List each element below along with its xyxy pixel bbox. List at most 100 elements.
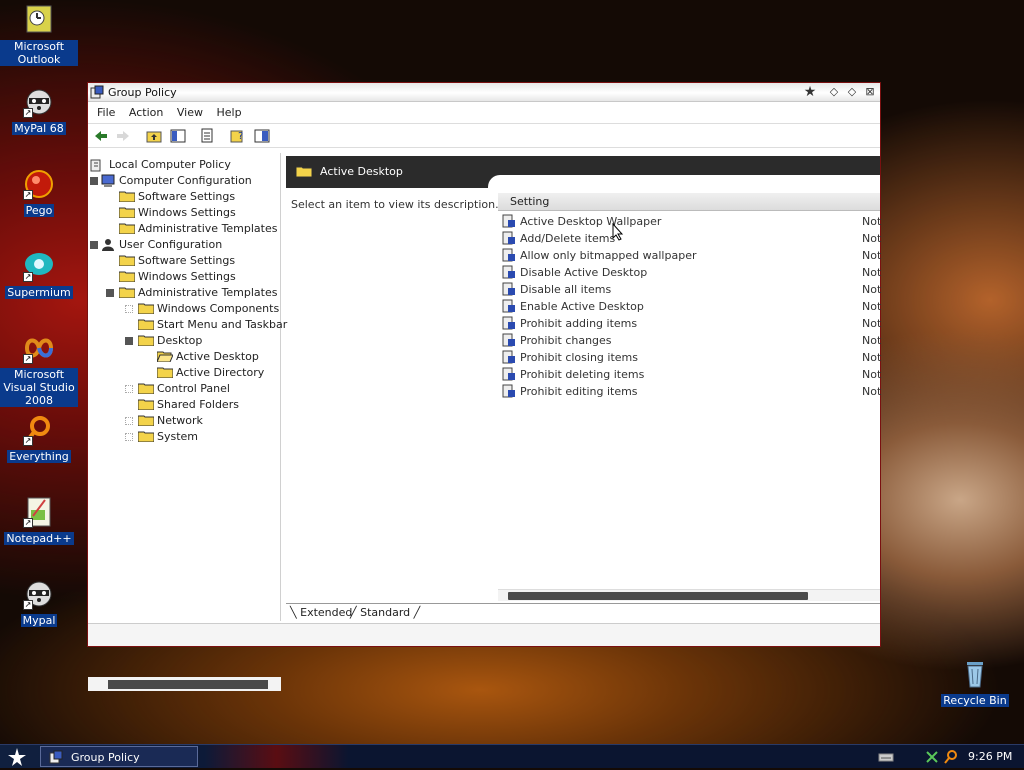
menu-action[interactable]: Action xyxy=(124,102,168,123)
setting-row[interactable]: Prohibit changes Not xyxy=(502,332,881,349)
scrollbar-thumb[interactable] xyxy=(508,592,808,600)
keyboard-icon[interactable] xyxy=(878,749,894,765)
export-list-icon[interactable] xyxy=(200,128,216,144)
toolbar: ? xyxy=(88,124,880,148)
desktop-icon-recycle-bin[interactable]: Recycle Bin xyxy=(936,658,1014,707)
folder-icon xyxy=(119,286,135,298)
pane-header-curve xyxy=(488,175,880,189)
tab-extended[interactable]: ╲ Extended xyxy=(290,606,352,619)
setting-row[interactable]: Allow only bitmapped wallpaper Not xyxy=(502,247,881,264)
tree-node-active-desktop[interactable]: Active Desktop xyxy=(157,349,259,365)
setting-row[interactable]: Prohibit adding items Not xyxy=(502,315,881,332)
tree-node-software-settings[interactable]: Software Settings xyxy=(119,189,235,205)
tree-node-user-configuration[interactable]: User Configuration xyxy=(100,237,222,253)
folder-icon xyxy=(138,430,154,442)
desktop-icon-mypal[interactable]: ↗ Mypal xyxy=(0,578,78,627)
tab-standard[interactable]: ╱ Standard ╱ xyxy=(350,606,420,619)
policy-setting-icon xyxy=(502,350,516,364)
tree-node-active-directory[interactable]: Active Directory xyxy=(157,365,264,381)
tree-node-desktop[interactable]: Desktop xyxy=(138,333,202,349)
minimize-button[interactable]: ◇ xyxy=(827,85,841,99)
menu-view[interactable]: View xyxy=(172,102,208,123)
setting-row[interactable]: Disable Active Desktop Not xyxy=(502,264,881,281)
tree-node-windows-components[interactable]: Windows Components xyxy=(138,301,279,317)
start-button[interactable] xyxy=(6,747,28,767)
expander[interactable] xyxy=(90,177,98,185)
window-title: Group Policy xyxy=(108,86,177,99)
desktop-icon-visual-studio[interactable]: ↗ Microsoft Visual Studio 2008 xyxy=(0,332,78,407)
setting-row[interactable]: Prohibit editing items Not xyxy=(502,383,881,400)
desktop-icon-label: Notepad++ xyxy=(4,532,74,545)
show-hide-tree-icon[interactable] xyxy=(170,128,186,144)
svg-text:?: ? xyxy=(238,131,243,142)
scrollbar-thumb[interactable] xyxy=(108,680,268,689)
expander[interactable] xyxy=(125,385,133,393)
tree-node-administrative-templates[interactable]: Administrative Templates xyxy=(119,285,278,301)
tree-node-windows-settings[interactable]: Windows Settings xyxy=(119,205,236,221)
tree-node-windows-settings[interactable]: Windows Settings xyxy=(119,269,236,285)
expander[interactable] xyxy=(90,241,98,249)
tree-node-administrative-templates[interactable]: Administrative Templates xyxy=(119,221,278,237)
tree-node-shared-folders[interactable]: Shared Folders xyxy=(138,397,239,413)
setting-row[interactable]: Prohibit closing items Not xyxy=(502,349,881,366)
tree-node-network[interactable]: Network xyxy=(138,413,203,429)
up-folder-icon[interactable] xyxy=(146,128,162,144)
expander[interactable] xyxy=(106,289,114,297)
window-titlebar[interactable]: Group Policy ★ ◇ ◇ ⊠ xyxy=(88,83,880,102)
menu-file[interactable]: File xyxy=(92,102,120,123)
column-header-setting[interactable]: Setting xyxy=(498,193,880,211)
policy-tree[interactable]: Local Computer Policy Computer Configura… xyxy=(88,153,287,691)
expander[interactable] xyxy=(125,305,133,313)
shortcut-arrow-icon: ↗ xyxy=(23,600,33,610)
group-policy-window[interactable]: Group Policy ★ ◇ ◇ ⊠ File Action View He… xyxy=(87,82,881,691)
folder-icon xyxy=(138,302,154,314)
desktop-icon-notepadpp[interactable]: ↗ Notepad++ xyxy=(0,496,78,545)
setting-row[interactable]: Add/Delete items Not xyxy=(502,230,881,247)
setting-row[interactable]: Prohibit deleting items Not xyxy=(502,366,881,383)
network-icon[interactable] xyxy=(924,749,940,765)
folder-icon xyxy=(119,270,135,282)
folder-icon xyxy=(119,206,135,218)
tree-node-local-computer-policy[interactable]: Local Computer Policy xyxy=(90,157,231,173)
tree-node-computer-configuration[interactable]: Computer Configuration xyxy=(100,173,252,189)
menu-help[interactable]: Help xyxy=(211,102,246,123)
group-policy-icon xyxy=(49,750,63,764)
folder-icon xyxy=(119,222,135,234)
tree-node-software-settings[interactable]: Software Settings xyxy=(119,253,235,269)
help-icon[interactable]: ? xyxy=(230,128,246,144)
setting-row[interactable]: Active Desktop Wallpaper Not xyxy=(502,213,881,230)
settings-horizontal-scrollbar[interactable] xyxy=(498,589,880,601)
shortcut-arrow-icon: ↗ xyxy=(23,436,33,446)
desktop-icon-pego[interactable]: ↗ Pego xyxy=(0,168,78,217)
back-button[interactable] xyxy=(93,128,109,144)
policy-setting-icon xyxy=(502,367,516,381)
taskbar-item-group-policy[interactable]: Group Policy xyxy=(40,746,198,767)
search-icon[interactable] xyxy=(943,749,959,765)
tree-node-control-panel[interactable]: Control Panel xyxy=(138,381,230,397)
expander[interactable] xyxy=(125,337,133,345)
desktop-icon-outlook[interactable]: Microsoft Outlook xyxy=(0,4,78,66)
desktop-icon-everything[interactable]: ↗ Everything xyxy=(0,414,78,463)
shortcut-arrow-icon: ↗ xyxy=(23,108,33,118)
shortcut-arrow-icon: ↗ xyxy=(23,354,33,364)
policy-setting-icon xyxy=(502,384,516,398)
tree-horizontal-scrollbar[interactable] xyxy=(88,677,281,691)
clock[interactable]: 9:26 PM xyxy=(968,750,1012,763)
maximize-button[interactable]: ◇ xyxy=(845,85,859,99)
expander[interactable] xyxy=(125,417,133,425)
properties-icon[interactable] xyxy=(254,128,270,144)
expander[interactable] xyxy=(125,433,133,441)
star-icon[interactable]: ★ xyxy=(803,85,817,99)
forward-button[interactable] xyxy=(115,128,131,144)
desktop-icon-mypal68[interactable]: ↗ MyPal 68 xyxy=(0,86,78,135)
desktop-icon-supermium[interactable]: ↗ Supermium xyxy=(0,250,78,299)
close-button[interactable]: ⊠ xyxy=(863,85,877,99)
tree-node-start-menu-and-taskbar[interactable]: Start Menu and Taskbar xyxy=(138,317,287,333)
tree-node-system[interactable]: System xyxy=(138,429,198,445)
raccoon-icon: ↗ xyxy=(23,578,55,610)
setting-row[interactable]: Enable Active Desktop Not xyxy=(502,298,881,315)
setting-row[interactable]: Disable all items Not xyxy=(502,281,881,298)
desktop-icon-label: Supermium xyxy=(5,286,73,299)
folder-icon xyxy=(119,254,135,266)
notepad-plus-plus-icon: ↗ xyxy=(23,496,55,528)
